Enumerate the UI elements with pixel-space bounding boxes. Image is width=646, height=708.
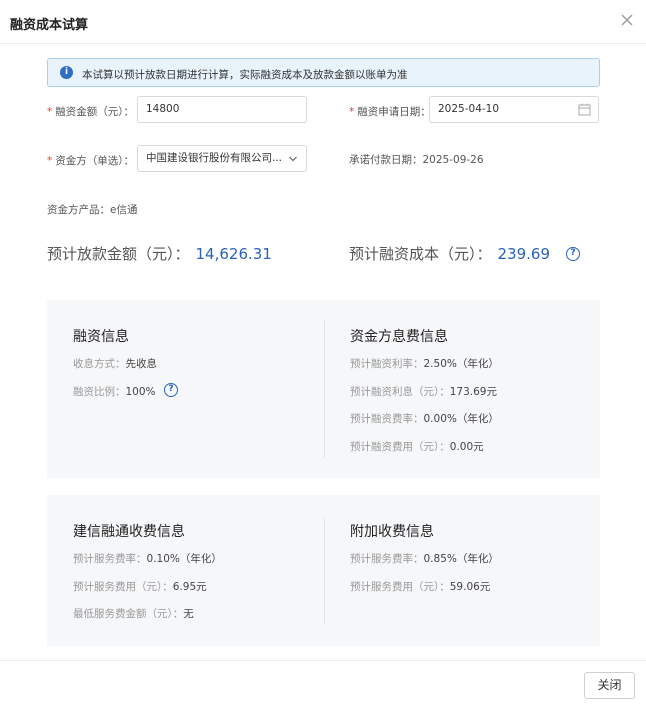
- item-key: 预计服务费用（元）：: [73, 581, 173, 593]
- loan-amount-summary: 预计放款金额（元）： 14,626.31: [47, 243, 272, 264]
- close-button[interactable]: 关闭: [584, 672, 635, 699]
- amount-label-text: 融资金额（元）：: [55, 106, 134, 118]
- item-value: 0.85%（年化）: [423, 553, 499, 565]
- apply-date-label: * 融资申请日期：: [349, 104, 431, 119]
- item-key: 收息方式：: [73, 358, 126, 370]
- financing-info-title: 融资信息: [73, 329, 129, 345]
- required-mark: *: [349, 106, 355, 118]
- item-value: 173.69元: [449, 386, 497, 398]
- item-value: 先收息: [125, 358, 158, 370]
- loan-amount-value: 14,626.31: [195, 245, 272, 263]
- funder-fee-item: 预计融资利息（元）：173.69元: [350, 384, 497, 399]
- chevron-down-icon: [289, 156, 297, 162]
- item-key: 预计融资利息（元）：: [350, 386, 450, 398]
- item-value: 100%: [125, 386, 156, 398]
- dialog-header: 融资成本试算: [0, 0, 646, 44]
- commit-date-label: 承诺付款日期：: [349, 154, 423, 166]
- item-key: 融资比例：: [73, 386, 126, 398]
- item-value: 2.50%（年化）: [423, 358, 499, 370]
- notice-text: 本试算以预计放款日期进行计算，实际融资成本及放款金额以账单为准: [82, 69, 408, 81]
- calendar-icon: [578, 103, 591, 116]
- item-key: 预计服务费用（元）：: [350, 581, 450, 593]
- platform-fee-info-title: 建信融通收费信息: [73, 524, 185, 540]
- fee-card-bottom: 建信融通收费信息 预计服务费率：0.10%（年化） 预计服务费用（元）：6.95…: [47, 495, 600, 646]
- extra-fee-info-title: 附加收费信息: [350, 524, 434, 540]
- info-icon: i: [60, 66, 73, 79]
- funder-fee-item: 预计融资利率：2.50%（年化）: [350, 356, 499, 371]
- funder-value: 中国建设银行股份有限公司...: [146, 152, 283, 164]
- product-value: e信通: [110, 204, 138, 216]
- item-key: 预计融资费用（元）：: [350, 441, 450, 453]
- extra-fee-item: 预计服务费率：0.85%（年化）: [350, 551, 499, 566]
- commit-date: 承诺付款日期：2025-09-26: [349, 152, 484, 167]
- help-circle-icon[interactable]: ?: [164, 383, 178, 397]
- platform-fee-item: 预计服务费用（元）：6.95元: [73, 579, 207, 594]
- apply-date-picker[interactable]: 2025-04-10: [429, 96, 599, 123]
- item-key: 预计融资费率：: [350, 413, 424, 425]
- item-value: 无: [183, 608, 194, 620]
- apply-date-value: 2025-04-10: [438, 103, 500, 115]
- funder-label-text: 资金方（单选）：: [55, 155, 134, 167]
- amount-value: 14800: [146, 103, 180, 115]
- required-mark: *: [47, 106, 53, 118]
- cost-calculator-dialog: 融资成本试算 i 本试算以预计放款日期进行计算，实际融资成本及放款金额以账单为准…: [0, 0, 646, 708]
- dialog-title: 融资成本试算: [10, 18, 89, 33]
- item-key: 预计服务费率：: [73, 553, 147, 565]
- help-circle-icon[interactable]: ?: [566, 247, 580, 261]
- financing-info-item: 融资比例：100%: [73, 384, 156, 399]
- item-value: 0.00元: [449, 441, 484, 453]
- required-mark: *: [47, 155, 53, 167]
- funder-fee-item: 预计融资费用（元）：0.00元: [350, 439, 484, 454]
- card-divider: [324, 320, 325, 458]
- extra-fee-item: 预计服务费用（元）：59.06元: [350, 579, 490, 594]
- item-value: 0.10%（年化）: [146, 553, 222, 565]
- commit-date-value: 2025-09-26: [422, 154, 484, 166]
- funder-product: 资金方产品：e信通: [47, 202, 137, 217]
- financing-cost-label: 预计融资成本（元）：: [349, 245, 492, 263]
- funder-select[interactable]: 中国建设银行股份有限公司...: [137, 145, 307, 172]
- fee-card-top: 融资信息 收息方式：先收息 融资比例：100% ? 资金方息费信息 预计融资利率…: [47, 300, 600, 478]
- item-value: 59.06元: [449, 581, 491, 593]
- item-value: 0.00%（年化）: [423, 413, 499, 425]
- funder-fee-item: 预计融资费率：0.00%（年化）: [350, 411, 499, 426]
- financing-info-item: 收息方式：先收息: [73, 356, 157, 371]
- item-key: 最低服务费金额（元）：: [73, 608, 184, 620]
- loan-amount-label: 预计放款金额（元）：: [47, 245, 190, 263]
- dialog-footer: 关闭: [0, 660, 646, 708]
- financing-cost-summary: 预计融资成本（元）： 239.69: [349, 243, 550, 264]
- amount-input[interactable]: 14800: [137, 96, 307, 123]
- funder-fee-info-title: 资金方息费信息: [350, 329, 448, 345]
- item-value: 6.95元: [172, 581, 207, 593]
- platform-fee-item: 预计服务费率：0.10%（年化）: [73, 551, 222, 566]
- funder-label: * 资金方（单选）：: [47, 153, 134, 168]
- financing-cost-value: 239.69: [497, 245, 551, 263]
- item-key: 预计服务费率：: [350, 553, 424, 565]
- item-key: 预计融资利率：: [350, 358, 424, 370]
- notice-banner: i 本试算以预计放款日期进行计算，实际融资成本及放款金额以账单为准: [47, 58, 600, 87]
- platform-fee-item: 最低服务费金额（元）：无: [73, 606, 194, 621]
- card-divider: [324, 517, 325, 625]
- apply-date-label-text: 融资申请日期：: [357, 106, 431, 118]
- close-icon[interactable]: [618, 11, 636, 29]
- amount-label: * 融资金额（元）：: [47, 104, 134, 119]
- product-label: 资金方产品：: [47, 204, 110, 216]
